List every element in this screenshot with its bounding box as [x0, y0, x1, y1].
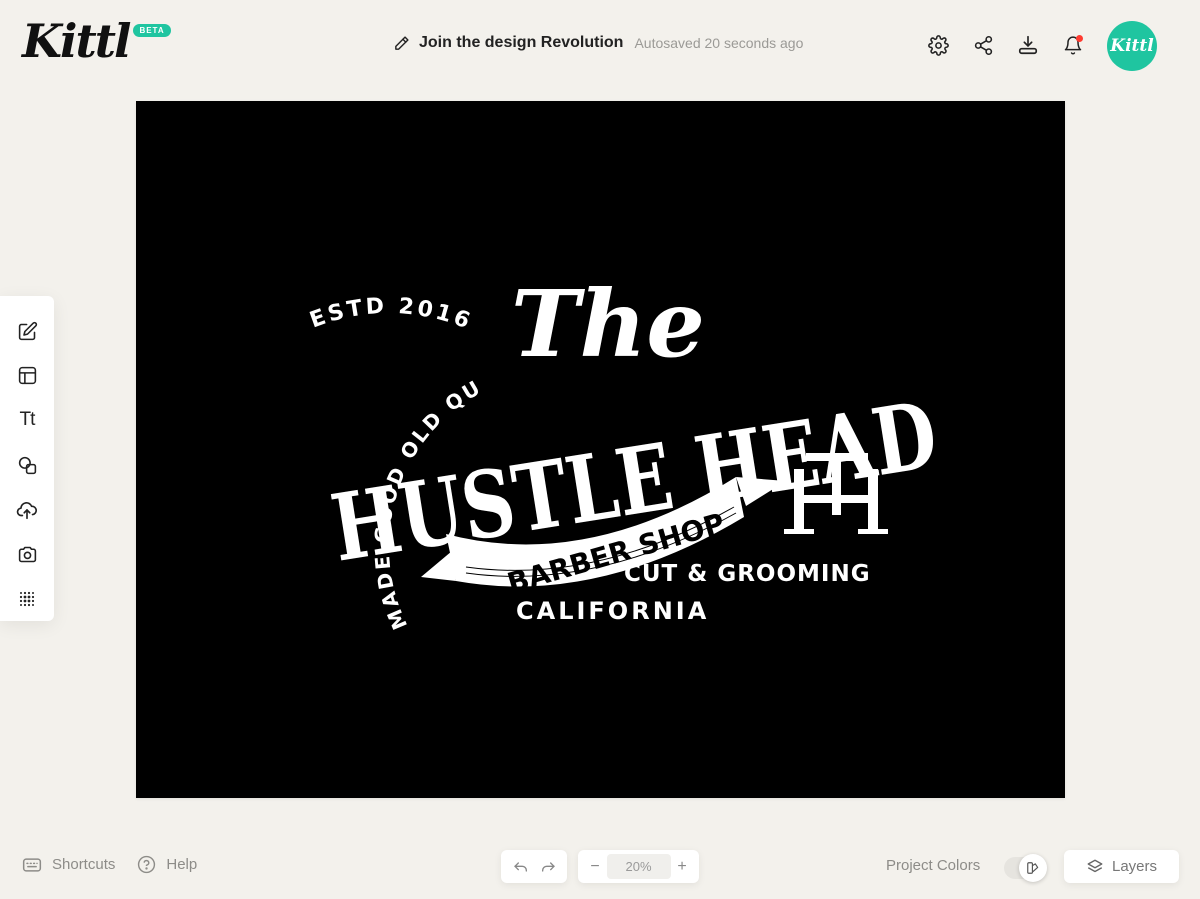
layers-icon: [1087, 859, 1103, 872]
shortcuts-button[interactable]: Shortcuts: [22, 856, 115, 873]
project-title[interactable]: Join the design Revolution: [419, 34, 623, 52]
upload-icon[interactable]: [7, 487, 47, 532]
script-title[interactable]: The: [511, 270, 705, 378]
templates-icon[interactable]: [7, 354, 47, 399]
project-colors-toggle[interactable]: [1004, 854, 1047, 882]
tagline-text[interactable]: CUT & GROOMING: [624, 561, 871, 587]
design-artwork: ESTD 2016 HANDMADE GOOD OLD QUALITY The …: [136, 101, 944, 633]
layers-label: Layers: [1111, 858, 1158, 875]
pencil-icon[interactable]: [393, 35, 410, 52]
bottom-left-links: Shortcuts Help: [22, 855, 219, 874]
toggle-knob: [1019, 854, 1047, 882]
download-icon[interactable]: [1016, 30, 1040, 60]
location-text[interactable]: CALIFORNIA: [516, 597, 709, 625]
camera-icon[interactable]: [7, 532, 47, 577]
help-button[interactable]: Help: [137, 855, 197, 874]
notification-dot: [1076, 35, 1083, 42]
history-controls: [501, 850, 567, 883]
kittl-logo[interactable]: Kittl BETA: [22, 18, 171, 64]
beta-badge: BETA: [133, 24, 171, 37]
text-tool-glyph: Tt: [19, 409, 36, 431]
keyboard-icon: [22, 857, 42, 872]
bell-icon[interactable]: [1061, 30, 1085, 60]
zoom-level[interactable]: 20%: [606, 854, 671, 879]
share-icon[interactable]: [971, 30, 995, 60]
redo-icon[interactable]: [539, 860, 557, 874]
zoom-in-button[interactable]: +: [673, 858, 691, 876]
shapes-icon[interactable]: [7, 443, 47, 488]
design-canvas[interactable]: ESTD 2016 HANDMADE GOOD OLD QUALITY The …: [136, 101, 1065, 798]
autosave-status: Autosaved 20 seconds ago: [634, 35, 804, 51]
text-icon[interactable]: Tt: [7, 398, 47, 443]
logo-wordmark: Kittl: [22, 14, 131, 68]
shortcuts-label: Shortcuts: [52, 856, 116, 873]
help-icon: [138, 855, 156, 874]
palette-icon: [1027, 862, 1039, 874]
estd-text[interactable]: ESTD 2016: [307, 294, 476, 335]
left-toolbar: Tt: [0, 296, 54, 621]
help-label: Help: [166, 856, 198, 873]
settings-icon[interactable]: [926, 30, 950, 60]
zoom-controls: − 20% +: [578, 850, 699, 883]
layers-button[interactable]: Layers: [1064, 850, 1179, 883]
undo-icon[interactable]: [512, 860, 530, 874]
header-actions: [926, 30, 1106, 60]
zoom-out-button[interactable]: −: [586, 858, 604, 876]
halftone-icon[interactable]: [7, 576, 47, 621]
project-title-area[interactable]: Join the design Revolution Autosaved 20 …: [393, 34, 803, 52]
avatar[interactable]: Kittl: [1107, 21, 1157, 71]
project-colors-label: Project Colors: [886, 857, 981, 874]
edit-icon[interactable]: [7, 309, 47, 354]
